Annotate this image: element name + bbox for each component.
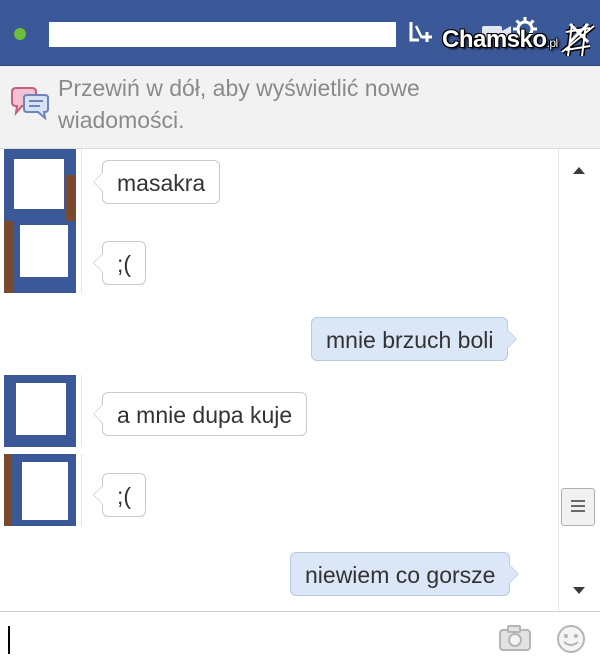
contact-avatar[interactable] [4, 221, 76, 293]
contact-avatar[interactable] [4, 149, 76, 221]
chat-header: Chamsko.pl [0, 0, 600, 66]
message-bubble-incoming: a mnie dupa kuje [92, 392, 308, 436]
message-divider [81, 375, 82, 447]
message-divider [81, 149, 82, 223]
message-bubble-incoming: masakra [92, 160, 221, 204]
text-caret [8, 626, 10, 654]
emoticon-icon[interactable] [555, 623, 587, 655]
notice-text: Przewiń w dół, aby wyświetlić nowe wiado… [58, 75, 420, 133]
chat-bubbles-icon [11, 87, 49, 121]
chamsko-watermark: Chamsko.pl [442, 27, 558, 56]
message-bubble-incoming: ;( [92, 473, 147, 517]
message-scrollbar[interactable] [558, 149, 600, 611]
add-friend-icon[interactable] [406, 18, 436, 48]
grip-lines-icon [571, 500, 585, 512]
message-input[interactable] [12, 620, 486, 662]
message-divider [81, 454, 82, 526]
contact-avatar[interactable] [4, 375, 76, 447]
watermark-main: Chamsko [442, 26, 547, 53]
scroll-thumb[interactable] [561, 488, 595, 526]
message-bubble-outgoing: mnie brzuch boli [311, 317, 518, 361]
message-bubble-outgoing: niewiem co gorsze [290, 552, 520, 596]
scroll-down-arrow-icon[interactable] [572, 586, 586, 596]
watermark-suffix: .pl [546, 36, 559, 50]
online-status-icon [14, 28, 26, 40]
camera-icon[interactable] [497, 623, 533, 653]
scroll-up-arrow-icon[interactable] [572, 165, 586, 175]
message-bubble-incoming: ;( [92, 241, 147, 285]
message-list[interactable]: masakra ;( mnie brzuch boli a mnie dupa … [0, 149, 558, 611]
contact-name-field[interactable] [49, 22, 396, 47]
close-icon[interactable] [566, 20, 592, 46]
message-divider [81, 223, 82, 293]
contact-avatar[interactable] [4, 454, 76, 526]
